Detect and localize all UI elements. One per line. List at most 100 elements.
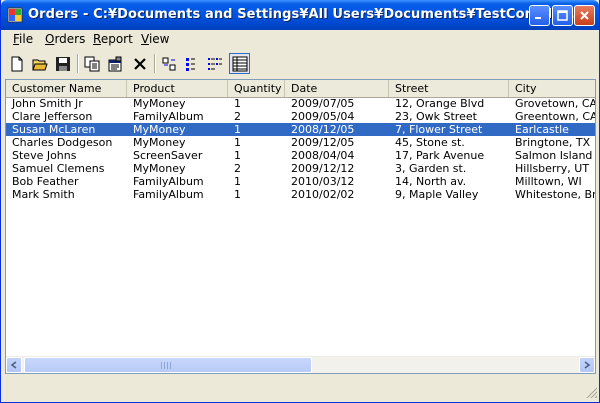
properties-icon[interactable] — [104, 53, 125, 74]
cell-street: 3, Garden st. — [395, 162, 467, 175]
close-button[interactable] — [574, 5, 595, 26]
open-folder-icon[interactable] — [29, 53, 50, 74]
cell-street: 12, Orange Blvd — [395, 97, 485, 110]
table-row[interactable]: John Smith Jr MyMoney 1 2009/07/05 12, O… — [6, 97, 595, 110]
cell-quantity: 1 — [234, 188, 241, 201]
table-row[interactable]: Mark Smith FamilyAlbum 1 2010/02/02 9, M… — [6, 188, 595, 201]
status-bar — [1, 378, 599, 400]
cell-quantity: 2 — [234, 110, 241, 123]
menu-view[interactable]: View — [141, 32, 169, 46]
menu-orders[interactable]: Orders — [45, 32, 85, 46]
toolbar-separator — [154, 54, 156, 73]
column-header-customer-name[interactable]: Customer Name — [6, 80, 127, 97]
cell-date: 2009/05/04 — [291, 110, 355, 123]
table-row[interactable]: Steve Johns ScreenSaver 1 2008/04/04 17,… — [6, 149, 595, 162]
cell-city: Salmon Island — [515, 149, 593, 162]
cell-customer-name: Steve Johns — [12, 149, 77, 162]
cell-product: FamilyAlbum — [133, 188, 204, 201]
table-row[interactable]: Bob Feather FamilyAlbum 1 2010/03/12 14,… — [6, 175, 595, 188]
column-header-quantity[interactable]: Quantity — [228, 80, 285, 97]
menu-report-hotkey: R — [93, 32, 101, 46]
table-row[interactable]: Samuel Clemens MyMoney 2 2009/12/12 3, G… — [6, 162, 595, 175]
save-icon[interactable] — [52, 53, 73, 74]
cell-city: Greentown, CA — [515, 110, 595, 123]
table-row[interactable]: Charles Dodgeson MyMoney 1 2009/12/05 45… — [6, 136, 595, 149]
copy-icon[interactable] — [81, 53, 102, 74]
cell-customer-name: Charles Dodgeson — [12, 136, 113, 149]
cell-product: ScreenSaver — [133, 149, 203, 162]
resize-grip[interactable] — [585, 386, 597, 398]
menu-orders-label: rders — [54, 32, 86, 46]
menu-bar: File Orders Report View — [1, 30, 599, 49]
cell-street: 17, Park Avenue — [395, 149, 485, 162]
cell-customer-name: Clare Jefferson — [12, 110, 93, 123]
table-row[interactable]: Clare Jefferson FamilyAlbum 2 2009/05/04… — [6, 110, 595, 123]
app-icon — [7, 7, 23, 23]
cell-city: Grovetown, CA — [515, 97, 595, 110]
details-view-icon[interactable] — [229, 53, 250, 74]
cell-customer-name: John Smith Jr — [12, 97, 83, 110]
small-icons-view-icon[interactable] — [181, 53, 202, 74]
cell-customer-name: Bob Feather — [12, 175, 79, 188]
horizontal-scrollbar[interactable] — [6, 356, 595, 373]
list-header: Customer Name Product Quantity Date Stre… — [6, 80, 595, 98]
cell-product: FamilyAlbum — [133, 110, 204, 123]
column-header-date[interactable]: Date — [285, 80, 389, 97]
cell-city: Bringtone, TX — [515, 136, 591, 149]
title-bar[interactable]: Orders - C:¥Documents and Settings¥All U… — [1, 0, 599, 30]
minimize-button[interactable] — [529, 5, 550, 26]
cell-date: 2009/12/12 — [291, 162, 355, 175]
cell-quantity: 1 — [234, 149, 241, 162]
scrollbar-thumb[interactable] — [24, 357, 312, 373]
toolbar — [1, 51, 599, 76]
cell-date: 2010/03/12 — [291, 175, 355, 188]
cell-product: MyMoney — [133, 123, 186, 136]
window-title: Orders - C:¥Documents and Settings¥All U… — [28, 7, 583, 22]
menu-file-label: ile — [19, 32, 34, 46]
cell-quantity: 2 — [234, 162, 241, 175]
cell-street: 7, Flower Street — [395, 123, 483, 136]
list-view-icon[interactable] — [204, 53, 225, 74]
scrollbar-grip — [161, 362, 173, 369]
delete-icon[interactable] — [129, 53, 150, 74]
maximize-button[interactable] — [552, 5, 573, 26]
cell-quantity: 1 — [234, 123, 241, 136]
cell-customer-name: Samuel Clemens — [12, 162, 105, 175]
cell-product: MyMoney — [133, 136, 186, 149]
new-file-icon[interactable] — [6, 53, 27, 74]
column-header-street[interactable]: Street — [389, 80, 509, 97]
table-row-selected[interactable]: Susan McLaren MyMoney 1 2008/12/05 7, Fl… — [6, 123, 595, 136]
cell-product: FamilyAlbum — [133, 175, 204, 188]
menu-view-label: iew — [148, 32, 170, 46]
menu-view-hotkey: V — [141, 32, 149, 46]
menu-file[interactable]: File — [13, 32, 33, 46]
cell-quantity: 1 — [234, 136, 241, 149]
cell-city: Milltown, WI — [515, 175, 582, 188]
cell-city: Whitestone, Brit — [515, 188, 595, 201]
cell-quantity: 1 — [234, 175, 241, 188]
column-header-city[interactable]: City — [509, 80, 595, 97]
cell-date: 2008/12/05 — [291, 123, 355, 136]
cell-city: Hillsberry, UT — [515, 162, 590, 175]
column-header-product[interactable]: Product — [127, 80, 228, 97]
cell-city: Earlcastle — [515, 123, 569, 136]
cell-date: 2009/07/05 — [291, 97, 355, 110]
menu-report-label: eport — [100, 32, 133, 46]
large-icons-view-icon[interactable] — [158, 53, 179, 74]
list-rows: John Smith Jr MyMoney 1 2009/07/05 12, O… — [6, 97, 595, 201]
cell-customer-name: Susan McLaren — [12, 123, 96, 136]
scroll-right-button[interactable] — [579, 357, 595, 373]
cell-street: 23, Owk Street — [395, 110, 477, 123]
cell-street: 9, Maple Valley — [395, 188, 479, 201]
toolbar-separator — [77, 54, 79, 73]
cell-quantity: 1 — [234, 97, 241, 110]
cell-customer-name: Mark Smith — [12, 188, 75, 201]
cell-date: 2009/12/05 — [291, 136, 355, 149]
cell-date: 2008/04/04 — [291, 149, 355, 162]
scroll-left-button[interactable] — [6, 357, 22, 373]
orders-list-view[interactable]: Customer Name Product Quantity Date Stre… — [5, 79, 596, 374]
cell-street: 14, North av. — [395, 175, 467, 188]
cell-product: MyMoney — [133, 162, 186, 175]
orders-window: Orders - C:¥Documents and Settings¥All U… — [0, 0, 600, 403]
menu-report[interactable]: Report — [93, 32, 133, 46]
